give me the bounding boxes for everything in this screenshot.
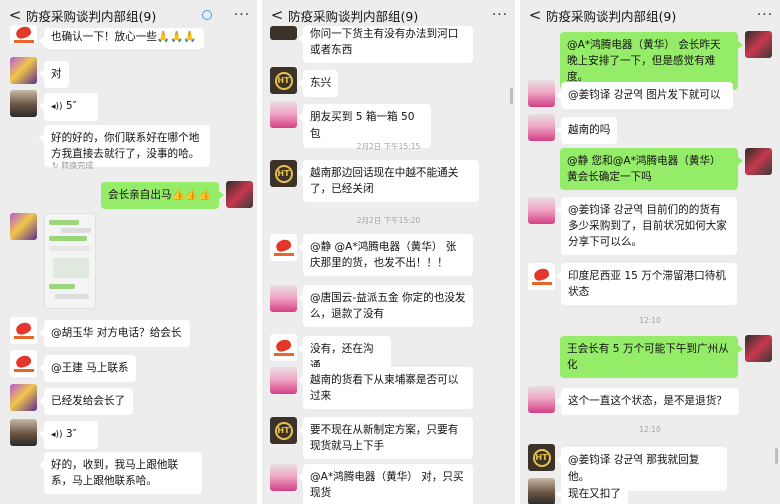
scrollbar[interactable] [510,88,513,104]
voice-wave-icon: ◂)) [51,430,63,440]
chat-panel-1: < 防疫采购谈判内部组(9) ··· 也确认一下！放心一些🙏🙏🙏 对 ◂)) 5… [0,0,257,504]
message-bubble[interactable]: 要不现在从新制定方案，只要有现货就马上下手 [298,417,473,459]
avatar[interactable] [10,25,37,44]
message-bubble[interactable]: 印度尼西亚 15 万个滞留港口待机状态 [556,263,737,305]
voice-message[interactable]: ◂)) 3″ [39,421,98,449]
avatar-self[interactable] [745,148,772,175]
avatar[interactable] [10,419,37,446]
timestamp: 2月2日 下午15:15 [356,142,421,151]
avatar[interactable] [10,90,37,117]
avatar[interactable]: HT [270,160,297,187]
scrollbar[interactable] [775,448,778,464]
avatar[interactable] [528,114,555,141]
avatar[interactable] [270,101,297,128]
voice-duration: 3″ [65,428,77,440]
avatar[interactable] [528,478,555,504]
voice-wave-icon: ◂)) [51,102,63,112]
chat-header: < 防疫采购谈判内部组(9) ··· [520,0,780,30]
avatar-self[interactable] [745,31,772,58]
avatar[interactable] [528,80,555,107]
message-bubble[interactable]: 东兴 [297,70,339,97]
back-icon[interactable]: < [524,6,546,24]
avatar-self[interactable] [745,335,772,362]
avatar[interactable] [270,367,297,394]
avatar[interactable] [10,317,37,344]
more-menu-icon[interactable]: ··· [227,7,257,23]
timestamp: 2月2日 下午15:20 [356,216,421,225]
more-menu-icon[interactable]: ··· [485,7,515,23]
message-bubble[interactable]: 越南的货看下从柬埔寨是否可以过来 [298,367,473,409]
message-bubble[interactable]: 现在又扣了 [556,481,628,504]
more-menu-icon[interactable]: ··· [750,7,780,23]
message-bubble[interactable]: 也确认一下！放心一些🙏🙏🙏 [39,28,204,49]
voice-duration: 5″ [65,100,77,112]
avatar[interactable] [10,384,37,411]
avatar-self[interactable] [226,181,253,208]
image-thumbnail[interactable] [44,213,96,309]
message-bubble-self[interactable]: @静 您和@A*鸿腾电器（黄华）黄会长确定一下吗 [560,148,743,190]
avatar[interactable] [528,197,555,224]
avatar[interactable]: HT [270,67,297,94]
message-bubble[interactable]: 越南那边回话现在中越不能通关了，已经关闭 [298,160,479,202]
avatar[interactable] [270,285,297,312]
message-bubble[interactable]: @A*鸿腾电器（黄华） 对，只买现货 [298,464,473,504]
avatar[interactable] [528,263,555,290]
message-bubble-self[interactable]: 王会长有 5 万个可能下午到广州从化 [560,336,743,378]
avatar[interactable]: HT [528,444,555,471]
chat-title: 防疫采购谈判内部组(9) [26,8,157,24]
message-bubble[interactable]: @姜钧译 강균역 目前们的的货有多少采购到了，目前状况如何大家分享下可以么。 [556,197,737,255]
avatar[interactable] [270,26,297,40]
back-icon[interactable]: < [4,6,26,24]
avatar[interactable] [270,234,297,261]
chat-title: 防疫采购谈判内部组(9) [546,8,677,24]
chat-header: < 防疫采购谈判内部组(9) ··· [0,0,257,30]
message-bubble[interactable]: @姜钧译 강균역 图片发下就可以 [556,82,733,109]
message-bubble[interactable]: @唐国云-益派五金 你定的也没发么，退款了没有 [298,285,473,327]
avatar[interactable] [528,386,555,413]
message-bubble[interactable]: 这个一直这个状态，是不是退货？ [556,388,739,415]
avatar[interactable] [270,464,297,491]
message-bubble[interactable]: @静 @A*鸿腾电器（黄华） 张庆那里的货，也发不出！！！ [298,234,473,276]
status-ring-icon [202,10,212,20]
avatar[interactable] [10,213,37,240]
chat-title: 防疫采购谈判内部组(9) [288,8,419,24]
message-bubble[interactable]: 你问一下货主有没有办法到河口或者东西 [298,26,473,63]
message-bubble[interactable]: 对 [39,61,69,88]
message-bubble[interactable]: @胡玉华 对方电话？给会长 [39,320,190,347]
message-bubble[interactable]: @王建 马上联系 [39,355,136,382]
message-bubble-self[interactable]: 会长亲自出马👍👍👍 [101,182,224,209]
chat-panel-2: < 防疫采购谈判内部组(9) ··· 你问一下货主有没有办法到河口或者东西 HT… [262,0,515,504]
back-icon[interactable]: < [266,6,288,24]
message-bubble[interactable]: 好的，收到，我马上跟他联系，马上跟他联系哈。 [39,452,202,494]
message-bubble[interactable]: 越南的吗 [555,117,618,144]
timestamp: 12:10 [639,316,661,325]
message-bubble[interactable]: 已经发给会长了 [39,388,133,415]
timestamp: 12:10 [639,425,661,434]
avatar[interactable] [10,350,37,377]
transcription-status: ↻ 转换完成 [52,161,94,170]
voice-message[interactable]: ◂)) 5″ [39,93,98,121]
avatar[interactable] [270,334,297,361]
avatar[interactable]: HT [270,417,297,444]
avatar[interactable] [10,57,37,84]
chat-panel-3: < 防疫采购谈判内部组(9) ··· @A*鸿腾电器（黄华） 会长昨天晚上安排了… [520,0,780,504]
